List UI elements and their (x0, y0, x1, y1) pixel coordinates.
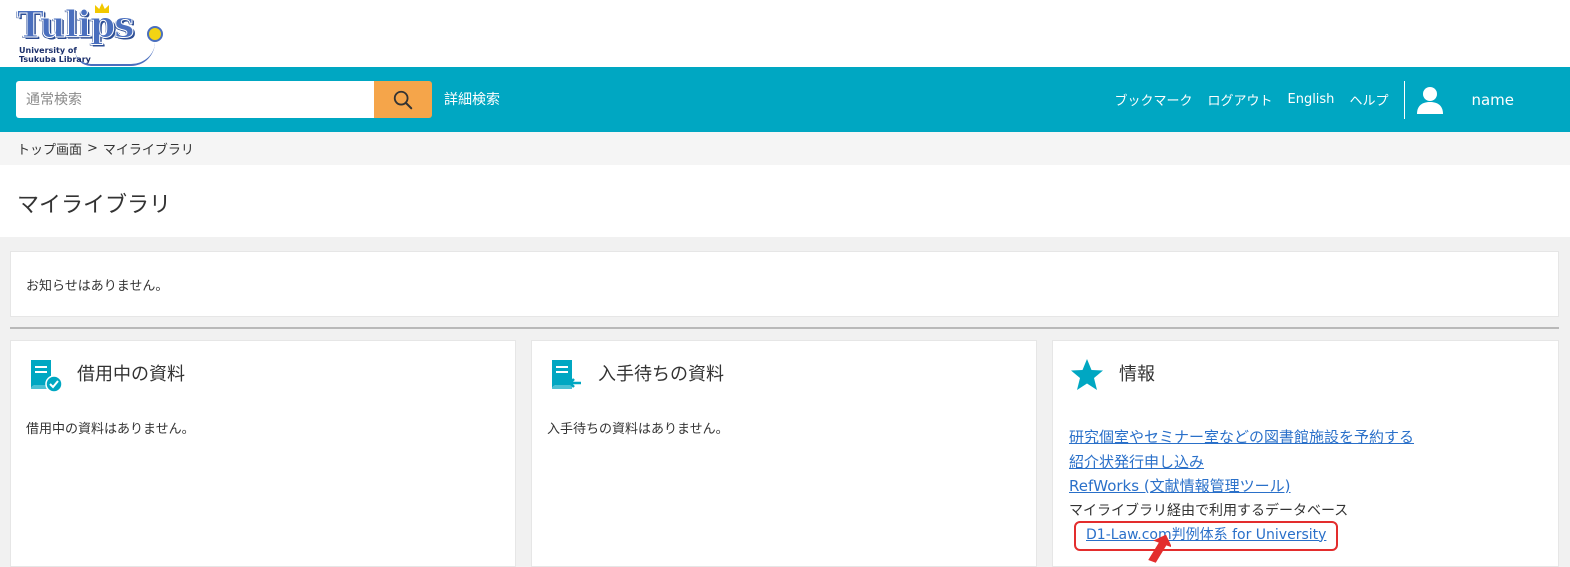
user-name[interactable]: name (1471, 91, 1514, 109)
star-icon (1071, 359, 1103, 390)
d1-law-link[interactable]: D1-Law.com判例体系 for University (1074, 520, 1339, 551)
borrowed-book-icon (31, 360, 63, 393)
logout-link[interactable]: ログアウト (1207, 90, 1272, 109)
advanced-search-link[interactable]: 詳細検索 (444, 89, 500, 109)
facility-reservation-link[interactable]: 研究個室やセミナー室などの図書館施設を予約する (1069, 425, 1414, 450)
logo-text: Tulips (16, 4, 134, 47)
user-icon[interactable] (1415, 85, 1445, 115)
logo-bar: Tulips University of Tsukuba Library (0, 0, 1570, 67)
breadcrumb-home[interactable]: トップ画面 (17, 139, 82, 158)
info-card: 情報 研究個室やセミナー室などの図書館施設を予約する 紹介状発行申し込み Ref… (1052, 340, 1559, 567)
nav-links: ブックマーク ログアウト English ヘルプ name (1099, 67, 1570, 132)
borrowed-body: 借用中の資料はありません。 (26, 422, 195, 437)
section-divider (10, 327, 1559, 329)
nav-bar: 詳細検索 ブックマーク ログアウト English ヘルプ name (0, 67, 1570, 132)
notice-panel: お知らせはありません。 (10, 251, 1559, 317)
search-input[interactable] (16, 81, 374, 118)
borrowed-title: 借用中の資料 (77, 364, 185, 385)
title-bar: マイライブラリ (0, 165, 1570, 237)
waiting-card: 入手待ちの資料 入手待ちの資料はありません。 (531, 340, 1037, 567)
page-title: マイライブラリ (17, 193, 172, 218)
logo-subtitle-line2: Tsukuba Library (19, 55, 91, 64)
refworks-link[interactable]: RefWorks (文献情報管理ツール) (1069, 474, 1414, 499)
referral-letter-link[interactable]: 紹介状発行申し込み (1069, 450, 1414, 475)
breadcrumb-separator: > (87, 141, 98, 156)
waiting-book-icon (552, 360, 581, 389)
info-title: 情報 (1119, 364, 1155, 385)
search-button[interactable] (374, 81, 432, 118)
borrowed-card: 借用中の資料 借用中の資料はありません。 (10, 340, 516, 567)
english-link[interactable]: English (1287, 92, 1334, 107)
breadcrumb: トップ画面 > マイライブラリ (0, 132, 1570, 165)
bookmark-link[interactable]: ブックマーク (1114, 90, 1192, 109)
nav-divider (1404, 80, 1406, 119)
database-label: マイライブラリ経由で利用するデータベース (1069, 502, 1349, 519)
info-links: 研究個室やセミナー室などの図書館施設を予約する 紹介状発行申し込み RefWor… (1069, 425, 1414, 551)
search-icon (393, 90, 413, 109)
logo-dot (147, 26, 163, 42)
waiting-body: 入手待ちの資料はありません。 (547, 422, 729, 437)
logo-subtitle: University of Tsukuba Library (19, 46, 91, 64)
tulips-logo[interactable]: Tulips University of Tsukuba Library (15, 3, 165, 66)
help-link[interactable]: ヘルプ (1349, 90, 1388, 109)
breadcrumb-current: マイライブラリ (102, 143, 194, 158)
red-arrow-icon (1148, 534, 1171, 563)
waiting-title: 入手待ちの資料 (598, 364, 724, 385)
logo-subtitle-line1: University of (19, 46, 77, 55)
notice-text: お知らせはありません。 (26, 279, 169, 294)
